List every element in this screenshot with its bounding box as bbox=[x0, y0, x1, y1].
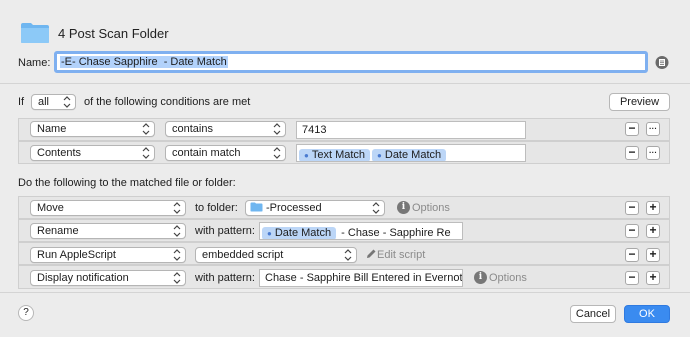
chevron-updown-icon bbox=[142, 123, 150, 135]
info-icon[interactable]: i bbox=[474, 271, 487, 284]
token-label: Text Match bbox=[311, 149, 366, 161]
remove-condition-button[interactable]: − bbox=[625, 122, 639, 136]
info-icon[interactable]: i bbox=[397, 201, 410, 214]
condition-operator-value: contain match bbox=[172, 147, 241, 159]
name-value: -E- Chase Sapphire - Date Match bbox=[60, 56, 228, 68]
target-folder-value: -Processed bbox=[266, 202, 322, 214]
match-mode-value: all bbox=[38, 96, 50, 108]
chevron-updown-icon bbox=[273, 123, 281, 135]
remove-action-button[interactable]: − bbox=[625, 201, 639, 215]
document-icon[interactable] bbox=[655, 55, 669, 70]
action-value: Move bbox=[37, 202, 64, 214]
add-action-button[interactable]: + bbox=[646, 224, 660, 238]
pattern-text: - Chase - Sapphire Re bbox=[338, 227, 451, 239]
pencil-icon[interactable] bbox=[365, 248, 377, 260]
folder-icon bbox=[21, 23, 49, 43]
token-label: Date Match bbox=[274, 227, 332, 239]
conditions-suffix: of the following conditions are met bbox=[84, 96, 251, 108]
options-link[interactable]: Options bbox=[489, 272, 527, 284]
target-folder-select[interactable]: -Processed bbox=[245, 200, 385, 216]
token-text-match[interactable]: ● Text Match bbox=[299, 149, 371, 161]
name-label: Name: bbox=[18, 57, 51, 69]
remove-action-button[interactable]: − bbox=[625, 224, 639, 238]
script-select[interactable]: embedded script bbox=[195, 247, 357, 263]
actions-heading: Do the following to the matched file or … bbox=[18, 177, 236, 189]
divider bbox=[0, 292, 690, 293]
chevron-updown-icon bbox=[372, 202, 380, 214]
action-select[interactable]: Move bbox=[30, 200, 186, 216]
script-value: embedded script bbox=[202, 249, 284, 261]
token-dot-icon: ● bbox=[304, 151, 309, 160]
condition-operator-value: contains bbox=[172, 123, 213, 135]
token-date-match[interactable]: ● Date Match bbox=[262, 227, 337, 239]
rename-pattern-field[interactable]: ● Date Match - Chase - Sapphire Re bbox=[259, 222, 463, 240]
token-label: Date Match bbox=[384, 149, 442, 161]
chevron-updown-icon bbox=[173, 249, 181, 261]
add-action-button[interactable]: + bbox=[646, 248, 660, 262]
divider bbox=[0, 83, 690, 84]
cancel-button[interactable]: Cancel bbox=[570, 305, 616, 323]
edit-script-link[interactable]: Edit script bbox=[377, 249, 425, 261]
condition-token-field[interactable]: ● Text Match ● Date Match bbox=[296, 144, 526, 162]
help-button[interactable]: ? bbox=[18, 305, 34, 321]
remove-condition-button[interactable]: − bbox=[625, 146, 639, 160]
folder-icon bbox=[250, 202, 263, 212]
chevron-updown-icon bbox=[63, 96, 71, 108]
token-dot-icon: ● bbox=[267, 229, 272, 238]
action-connector: to folder: bbox=[195, 202, 238, 214]
chevron-updown-icon bbox=[344, 249, 352, 261]
condition-value-field[interactable]: 7413 bbox=[296, 121, 526, 139]
options-link[interactable]: Options bbox=[412, 202, 450, 214]
token-date-match[interactable]: ● Date Match bbox=[372, 149, 447, 161]
preview-button[interactable]: Preview bbox=[609, 93, 670, 111]
token-dot-icon: ● bbox=[377, 151, 382, 160]
action-value: Run AppleScript bbox=[37, 249, 116, 261]
chevron-updown-icon bbox=[273, 147, 281, 159]
action-value: Display notification bbox=[37, 272, 129, 284]
action-select[interactable]: Display notification bbox=[30, 270, 186, 286]
notification-pattern-field[interactable]: Chase - Sapphire Bill Entered in Evernot… bbox=[259, 269, 463, 287]
if-label: If bbox=[18, 96, 25, 108]
condition-attribute-select[interactable]: Contents bbox=[30, 145, 155, 161]
more-options-button[interactable]: ··· bbox=[646, 122, 660, 136]
chevron-updown-icon bbox=[142, 147, 150, 159]
add-action-button[interactable]: + bbox=[646, 201, 660, 215]
chevron-updown-icon bbox=[173, 202, 181, 214]
remove-action-button[interactable]: − bbox=[625, 248, 639, 262]
condition-operator-select[interactable]: contains bbox=[165, 121, 286, 137]
condition-attribute-value: Contents bbox=[37, 147, 82, 159]
action-connector: with pattern: bbox=[195, 225, 255, 237]
chevron-updown-icon bbox=[173, 225, 181, 237]
action-select[interactable]: Rename bbox=[30, 223, 186, 239]
condition-operator-select[interactable]: contain match bbox=[165, 145, 286, 161]
condition-attribute-value: Name bbox=[37, 123, 67, 135]
action-value: Rename bbox=[37, 225, 79, 237]
more-options-button[interactable]: ··· bbox=[646, 146, 660, 160]
add-action-button[interactable]: + bbox=[646, 271, 660, 285]
action-select[interactable]: Run AppleScript bbox=[30, 247, 186, 263]
match-mode-select[interactable]: all bbox=[31, 94, 76, 110]
ok-button[interactable]: OK bbox=[624, 305, 670, 323]
name-field[interactable]: -E- Chase Sapphire - Date Match bbox=[54, 51, 648, 73]
remove-action-button[interactable]: − bbox=[625, 271, 639, 285]
chevron-updown-icon bbox=[173, 272, 181, 284]
page-title: 4 Post Scan Folder bbox=[58, 26, 169, 41]
condition-attribute-select[interactable]: Name bbox=[30, 121, 155, 137]
action-connector: with pattern: bbox=[195, 272, 255, 284]
